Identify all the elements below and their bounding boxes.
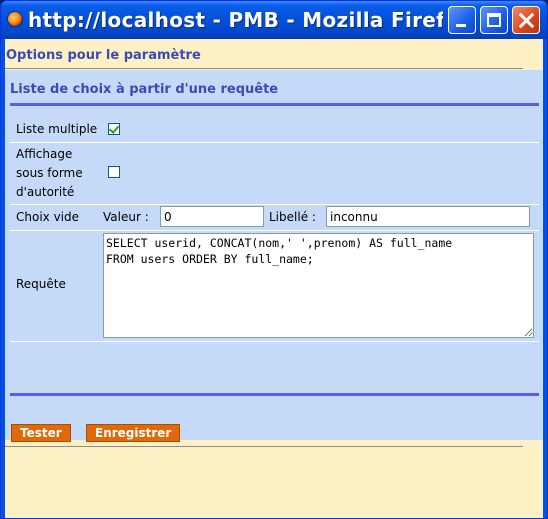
value-input[interactable] (160, 206, 264, 227)
section-divider-bottom (10, 393, 539, 396)
authority-display-label-line2: sous forme (16, 166, 83, 180)
maximize-icon (487, 13, 501, 27)
checkmark-icon (108, 123, 120, 134)
test-button[interactable]: Tester (11, 424, 71, 442)
minimize-button[interactable] (448, 6, 476, 34)
row-divider (10, 230, 539, 231)
authority-display-label-line3: d'autorité (16, 185, 75, 199)
row-divider (10, 204, 539, 205)
close-button[interactable] (512, 6, 540, 34)
libelle-input[interactable] (326, 206, 530, 227)
query-label: Requête (16, 277, 66, 291)
value-label: Valeur : (103, 210, 149, 224)
authority-display-checkbox[interactable] (108, 166, 120, 178)
row-divider (10, 142, 539, 143)
section-divider-top (10, 103, 539, 106)
page-header: Options pour le paramètre (5, 39, 543, 69)
header-divider (5, 68, 523, 69)
window-title: http://localhost - PMB - Mozilla Firef..… (28, 8, 443, 32)
footer-divider (5, 446, 523, 447)
form-panel: Liste de choix à partir d'une requête Li… (5, 70, 543, 440)
maximize-button[interactable] (480, 6, 508, 34)
empty-choice-label: Choix vide (16, 210, 80, 224)
multiple-list-checkbox[interactable] (108, 123, 120, 135)
multiple-list-label: Liste multiple (16, 122, 98, 136)
libelle-label: Libellé : (269, 210, 316, 224)
section-title: Liste de choix à partir d'une requête (10, 82, 279, 97)
save-button[interactable]: Enregistrer (86, 424, 181, 442)
page-title: Options pour le paramètre (6, 48, 201, 63)
title-bar[interactable]: http://localhost - PMB - Mozilla Firef..… (1, 1, 547, 39)
minimize-icon (456, 24, 466, 27)
authority-display-label-line1: Affichage (16, 147, 73, 161)
browser-window: http://localhost - PMB - Mozilla Firef..… (0, 0, 548, 519)
page-content: Options pour le paramètre Liste de choix… (5, 39, 543, 518)
firefox-icon (7, 11, 23, 27)
row-divider (10, 341, 539, 342)
query-textarea[interactable]: SELECT userid, CONCAT(nom,' ',prenom) AS… (103, 233, 534, 338)
